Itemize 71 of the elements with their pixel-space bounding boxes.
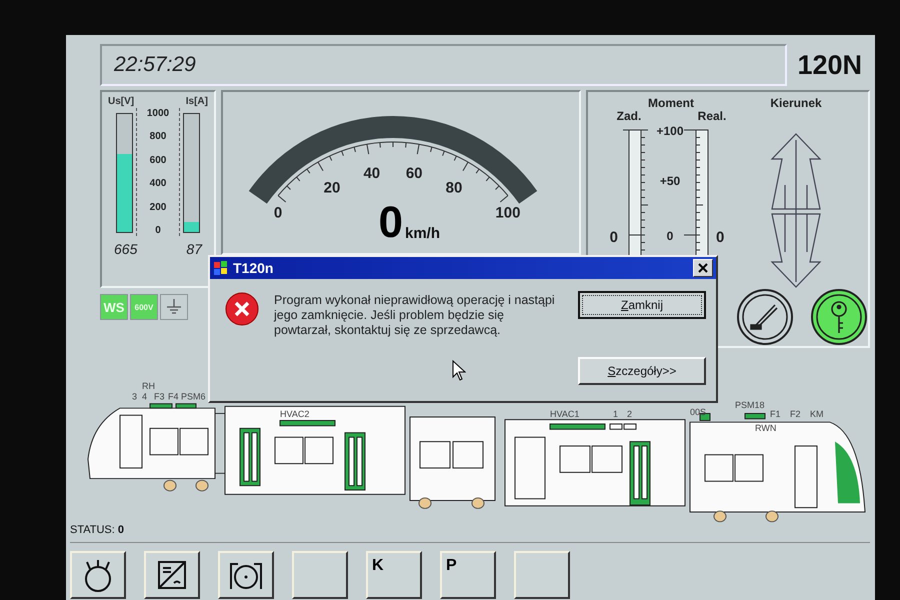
- ground-icon: [165, 298, 183, 316]
- toolbar-button[interactable]: [292, 551, 348, 599]
- zero-label: 0: [610, 229, 618, 246]
- scale-label: 800: [150, 131, 166, 142]
- component-label: F1: [770, 408, 781, 419]
- component-label: PSM6: [181, 391, 206, 402]
- direction-title: Kierunek: [770, 96, 822, 110]
- speed-tick-label: 100: [495, 204, 520, 222]
- error-message: Program wykonał nieprawidłową operację i nastąpi jego zamknięcie. Jeśli problem będzie się powtarzał, skontaktuj się ze sprzedawcą.: [274, 293, 556, 338]
- zero-label: 0: [716, 229, 724, 246]
- details-button[interactable]: Szczegóły>>: [578, 357, 706, 385]
- component-label: 3: [132, 391, 138, 402]
- component-label: F3: [154, 391, 165, 402]
- torque-tick-label: +100: [656, 124, 684, 138]
- close-button[interactable]: [693, 259, 713, 277]
- close-button[interactable]: Zamknij: [578, 291, 706, 319]
- dialog-title: T120n: [233, 260, 274, 276]
- error-icon: [224, 291, 260, 327]
- key-icon: [831, 301, 847, 334]
- component-label: RH: [142, 380, 155, 391]
- toolbar-button[interactable]: K: [366, 551, 422, 599]
- component-label: 2: [627, 408, 632, 419]
- mouse-cursor-icon: [452, 360, 466, 382]
- scale-label: 0: [155, 224, 161, 236]
- speed-tick-label: 80: [446, 179, 462, 196]
- speed-tick-label: 40: [363, 164, 380, 182]
- speed-tick-label: 60: [406, 164, 423, 182]
- scale-label: 600: [150, 154, 166, 166]
- scale-label: 400: [150, 178, 166, 190]
- torque-tick-label: 0: [666, 229, 674, 243]
- status-label: STATUS:: [70, 524, 115, 536]
- app-icon: [213, 260, 229, 276]
- pantograph-button[interactable]: [737, 289, 793, 345]
- clock-time: 22:57:29: [114, 53, 196, 77]
- close-icon: [698, 263, 708, 273]
- component-label: PSM18: [735, 400, 765, 410]
- component-label: KM: [810, 408, 824, 419]
- converter-button[interactable]: [144, 551, 200, 599]
- converter-icon: [156, 559, 188, 591]
- torque-title: Moment: [648, 96, 694, 110]
- scale-label: 1000: [146, 108, 170, 119]
- key-button[interactable]: [811, 289, 867, 345]
- scale-label: 200: [150, 202, 166, 213]
- component-label: F2: [790, 408, 801, 419]
- brake-button[interactable]: [218, 551, 274, 599]
- toolbar-button[interactable]: P: [440, 551, 496, 599]
- torque-tick-label: +50: [660, 174, 680, 188]
- component-label: F4: [168, 391, 179, 402]
- scale-title: Zad.: [616, 109, 642, 123]
- speed-unit: km/h: [405, 225, 440, 242]
- toolbar-button[interactable]: [514, 551, 570, 599]
- gauge-reading: 87: [186, 241, 202, 257]
- vehicle-number: 120N: [797, 50, 863, 80]
- component-label: 1: [613, 408, 618, 419]
- component-label: RWN: [755, 423, 776, 434]
- speed-tick-label: 20: [324, 179, 340, 196]
- gauge-label: Us[V]: [108, 96, 134, 107]
- component-label: HVAC1: [550, 408, 580, 419]
- motor-button[interactable]: [70, 551, 126, 599]
- gauge-reading: 665: [114, 241, 138, 257]
- scale-title: Real.: [698, 109, 726, 123]
- pantograph-icon: [750, 304, 778, 330]
- component-label: 00S: [690, 407, 706, 418]
- gauge-label: Is[A]: [186, 96, 208, 107]
- status-indicator: 600V: [130, 294, 158, 320]
- status-value: 0: [118, 524, 124, 536]
- status-indicator: WS: [100, 294, 128, 320]
- speed-tick-label: 0: [274, 204, 282, 222]
- component-label: HVAC2: [280, 408, 310, 419]
- component-label: 4: [142, 391, 148, 402]
- speed-reading: 0: [378, 198, 403, 247]
